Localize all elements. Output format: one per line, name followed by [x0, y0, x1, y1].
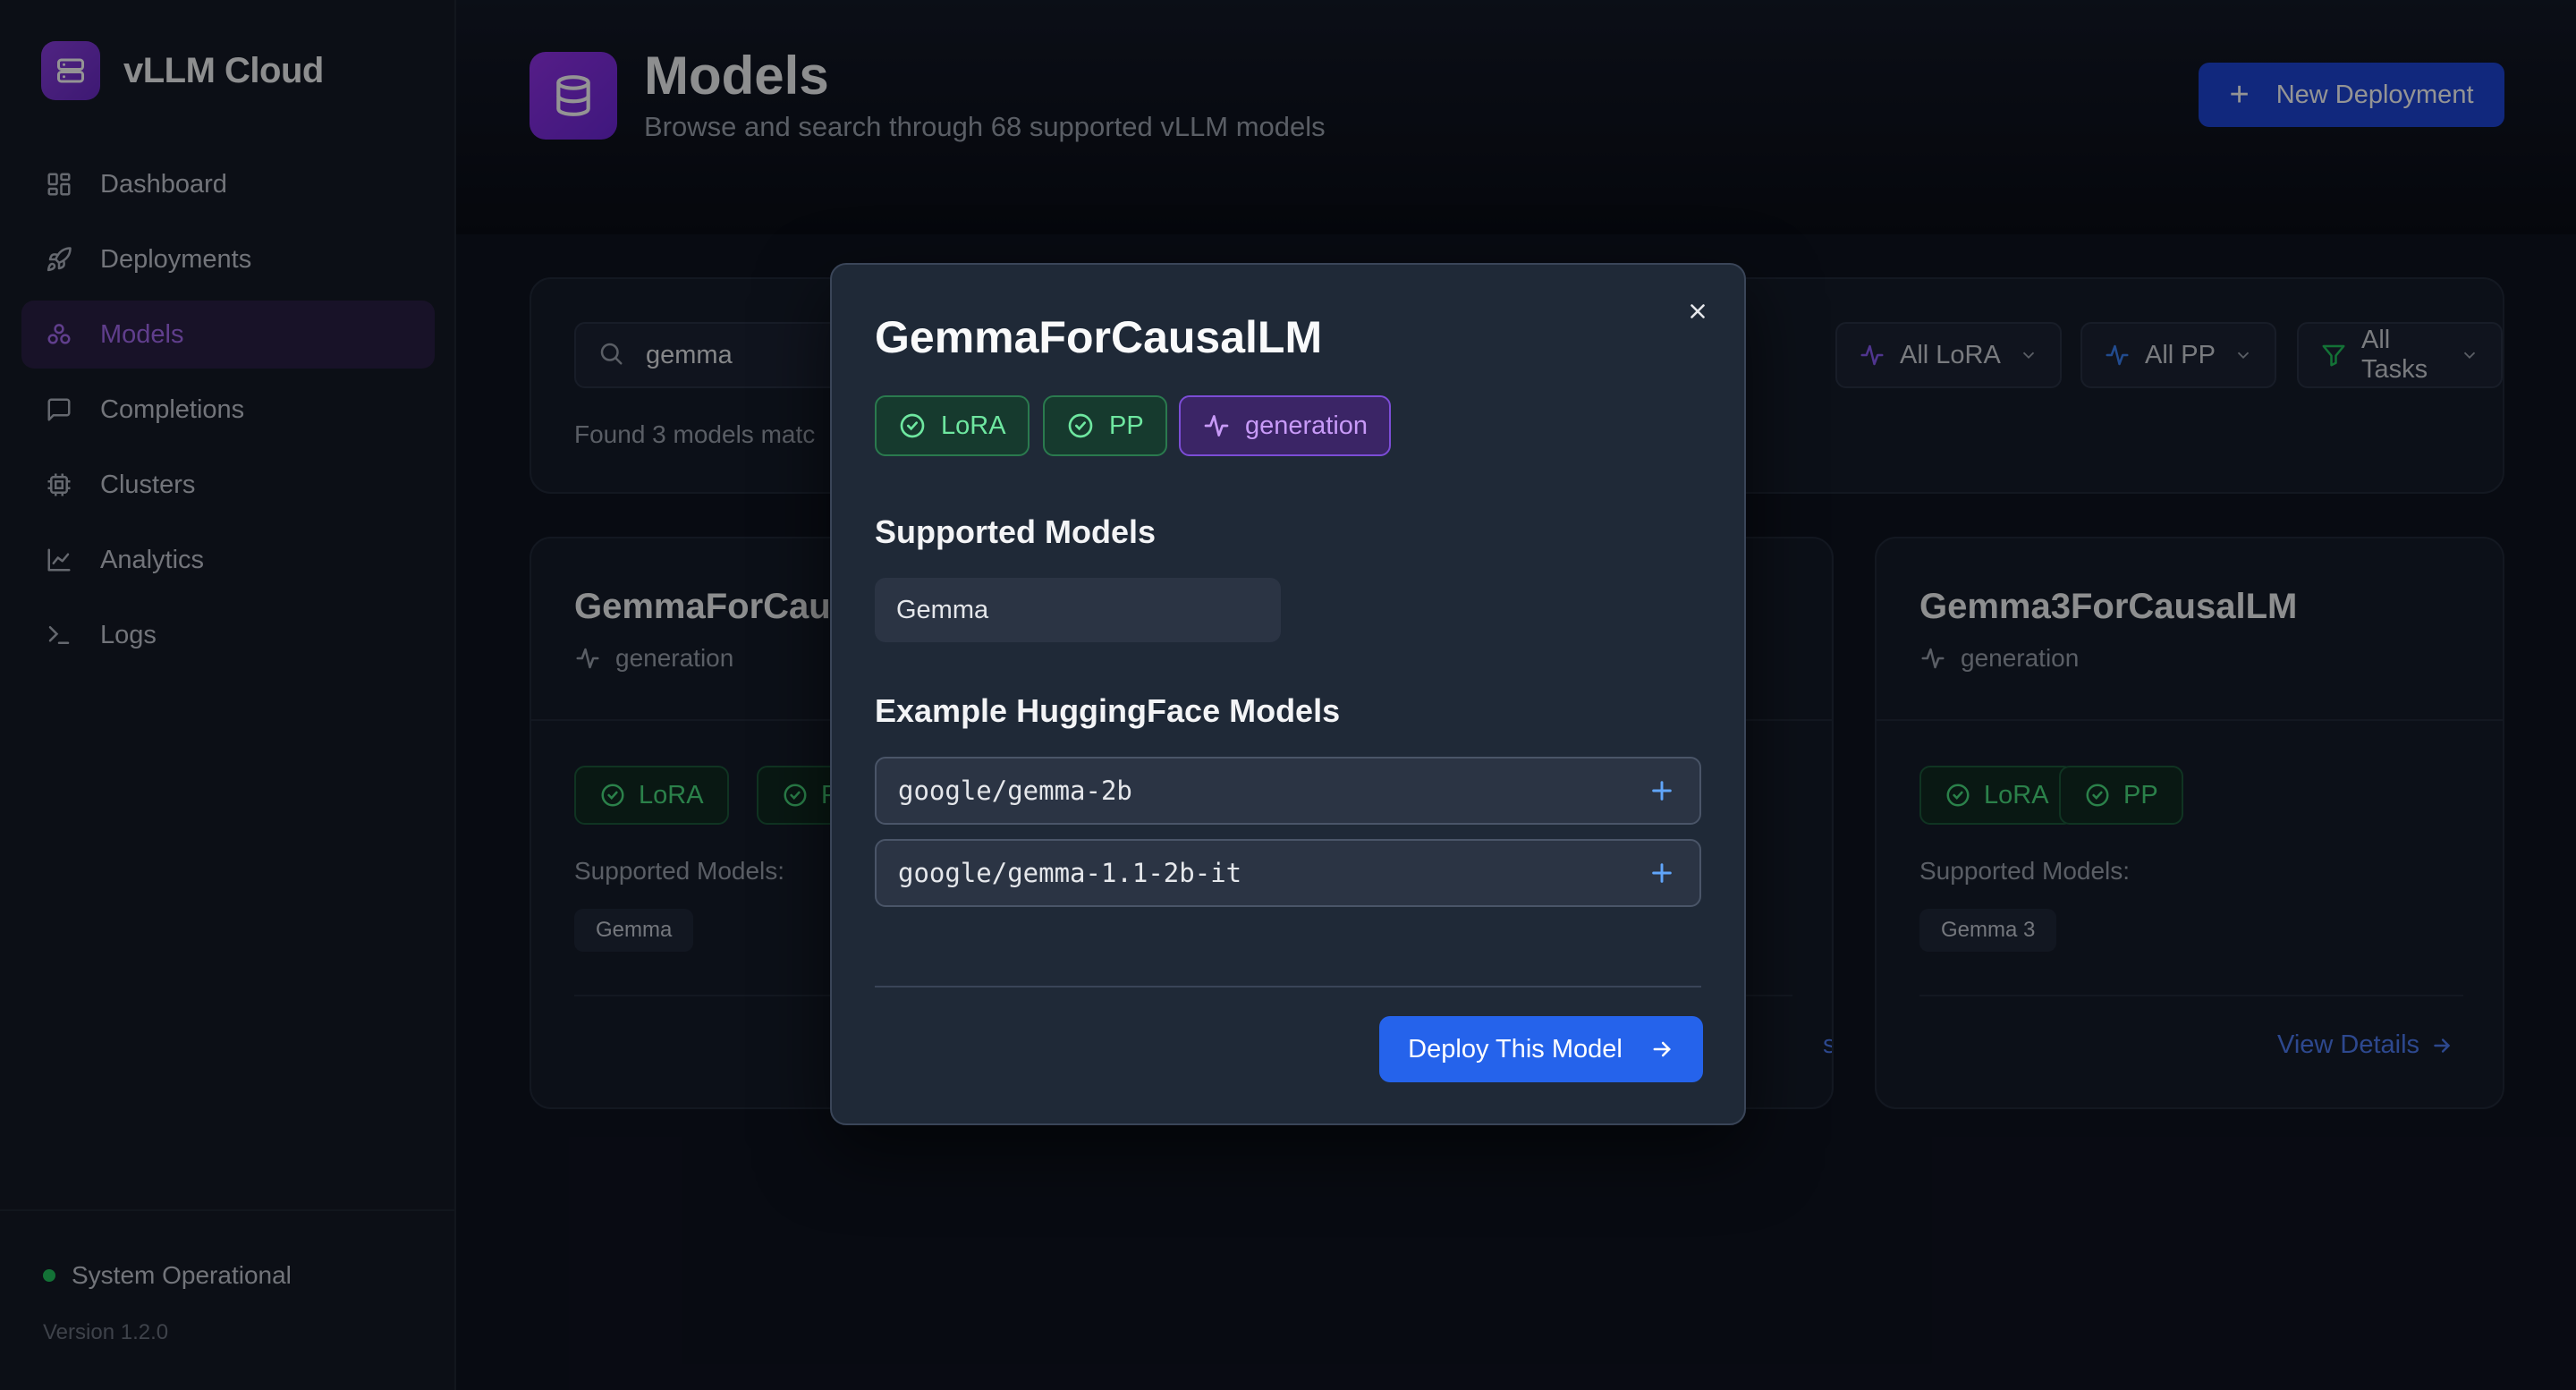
- activity-icon: [1202, 411, 1231, 440]
- supported-models-heading: Supported Models: [875, 513, 1156, 550]
- deploy-button-label: Deploy This Model: [1408, 1034, 1623, 1064]
- task-badge-label: generation: [1245, 411, 1368, 440]
- example-models-heading: Example HuggingFace Models: [875, 692, 1341, 729]
- plus-icon[interactable]: [1648, 776, 1676, 805]
- deploy-model-button[interactable]: Deploy This Model: [1379, 1016, 1703, 1082]
- lora-badge-label: LoRA: [941, 411, 1006, 440]
- example-model-row[interactable]: google/gemma-1.1-2b-it: [875, 839, 1701, 907]
- example-model-row[interactable]: google/gemma-2b: [875, 757, 1701, 825]
- close-icon[interactable]: [1678, 292, 1717, 331]
- lora-badge: LoRA: [875, 395, 1030, 456]
- pp-badge: PP: [1043, 395, 1167, 456]
- modal-divider: [875, 986, 1701, 987]
- supported-model-chip: Gemma: [875, 578, 1281, 642]
- check-circle-icon: [898, 411, 927, 440]
- model-details-modal: GemmaForCausalLM LoRA PP generation Supp…: [830, 263, 1746, 1125]
- check-circle-icon: [1066, 411, 1095, 440]
- arrow-right-icon: [1649, 1037, 1674, 1062]
- example-model-name: google/gemma-2b: [898, 776, 1132, 806]
- example-model-name: google/gemma-1.1-2b-it: [898, 858, 1242, 888]
- modal-title: GemmaForCausalLM: [875, 312, 1323, 362]
- task-badge: generation: [1179, 395, 1392, 456]
- plus-icon[interactable]: [1648, 859, 1676, 887]
- pp-badge-label: PP: [1109, 411, 1144, 440]
